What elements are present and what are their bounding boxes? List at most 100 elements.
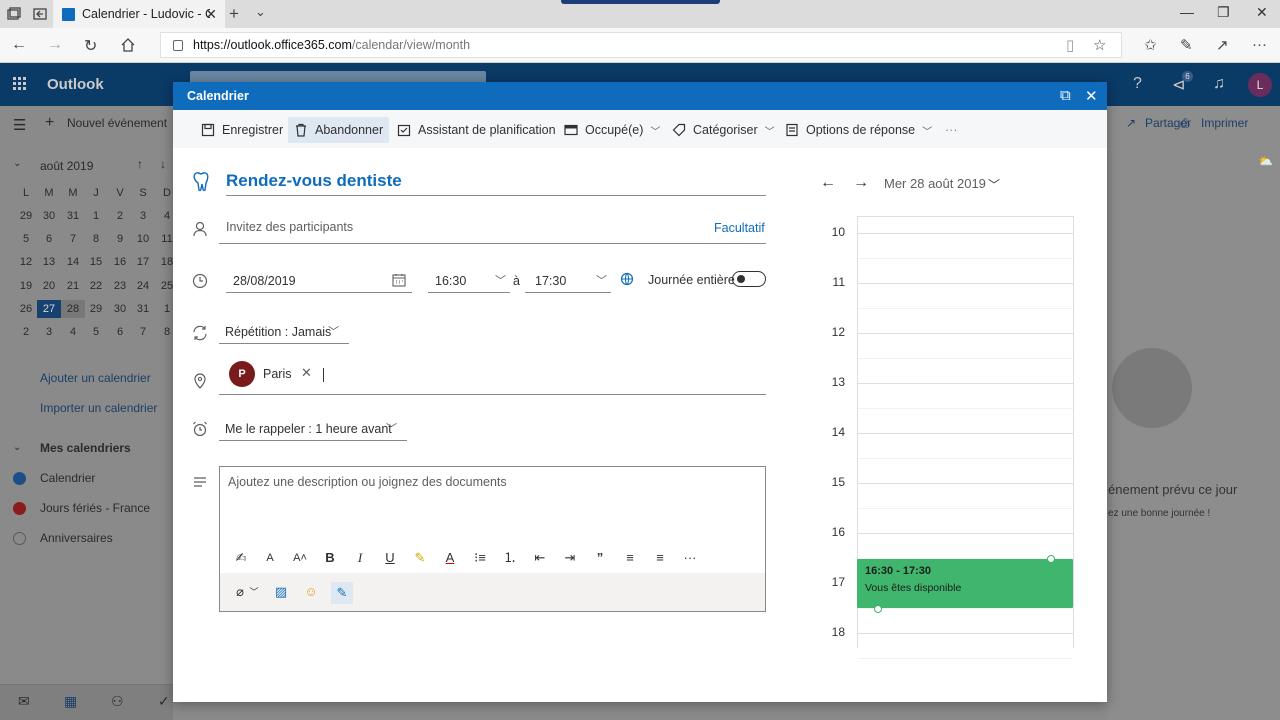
chevron-down-icon[interactable]: ﹀	[246, 584, 262, 600]
favorite-star-icon[interactable]: ☆	[1093, 36, 1106, 54]
tab-actions-icon[interactable]	[7, 7, 21, 21]
calendar-item[interactable]: Anniversaires	[40, 531, 113, 545]
back-icon[interactable]: ←	[11, 36, 27, 54]
minical-day[interactable]: 29	[84, 303, 108, 315]
help-icon[interactable]: ?	[1133, 75, 1142, 93]
minical-day[interactable]: 23	[108, 280, 132, 292]
italic-icon[interactable]: I	[352, 550, 368, 566]
favorites-hub-icon[interactable]: ✩	[1144, 36, 1157, 54]
minical-day[interactable]: 6	[108, 326, 132, 338]
next-day-icon[interactable]: →	[853, 174, 869, 192]
avatar[interactable]: L	[1248, 73, 1272, 97]
minical-day[interactable]: 31	[131, 303, 155, 315]
minical-day[interactable]: 7	[61, 233, 85, 245]
minical-day[interactable]: 20	[37, 280, 61, 292]
mail-icon[interactable]: ✉	[18, 693, 30, 710]
minical-day[interactable]: 31	[61, 210, 85, 222]
highlight-icon[interactable]: ✎	[412, 550, 428, 566]
collapse-chevron-icon[interactable]: ⌄	[13, 158, 21, 169]
optional-attendees-link[interactable]: Facultatif	[714, 221, 765, 235]
minical-day[interactable]: 7	[131, 326, 155, 338]
editor-assist-icon[interactable]: ✎	[331, 582, 353, 604]
all-day-toggle[interactable]	[732, 271, 766, 287]
calendar-checked-icon[interactable]	[13, 472, 26, 485]
event-title-input[interactable]: Rendez-vous dentiste	[226, 168, 766, 196]
import-calendar-link[interactable]: Importer un calendrier	[40, 401, 157, 415]
bullets-icon[interactable]: ⁝≡	[472, 550, 488, 566]
minical-day[interactable]: 6	[37, 233, 61, 245]
quote-icon[interactable]: ”	[592, 550, 608, 566]
event-resize-bottom-handle[interactable]	[874, 605, 882, 613]
calendar-item[interactable]: Calendrier	[40, 471, 95, 485]
minical-day[interactable]: 19	[14, 280, 38, 292]
minical-day[interactable]: 3	[131, 210, 155, 222]
minical-day[interactable]: 22	[84, 280, 108, 292]
numbering-icon[interactable]: ⒈	[502, 550, 518, 566]
hamburger-icon[interactable]: ☰	[13, 116, 26, 134]
close-icon[interactable]: ✕	[1085, 87, 1098, 105]
minical-day[interactable]: 5	[14, 233, 38, 245]
minical-day[interactable]: 15	[84, 256, 108, 268]
close-window-icon[interactable]: ✕	[1256, 4, 1268, 21]
time-zone-globe-icon[interactable]	[620, 272, 634, 286]
close-tab-icon[interactable]: ✕	[205, 6, 217, 23]
minical-day[interactable]: 2	[108, 210, 132, 222]
minical-day[interactable]: 21	[61, 280, 85, 292]
minical-day[interactable]: 8	[84, 233, 108, 245]
scheduling-assistant-button[interactable]: Assistant de planification	[391, 117, 562, 143]
minical-day[interactable]: 26	[14, 303, 38, 315]
minical-day[interactable]: 3	[37, 326, 61, 338]
font-icon[interactable]: A	[262, 550, 278, 566]
minical-day[interactable]: 30	[108, 303, 132, 315]
minical-day[interactable]: 28	[61, 299, 85, 318]
todo-icon[interactable]: ✓	[158, 693, 170, 710]
minical-day[interactable]: 2	[14, 326, 38, 338]
minical-title[interactable]: août 2019	[40, 159, 93, 173]
tab-list-chevron-down-icon[interactable]: ⌄	[255, 4, 266, 20]
minical-day[interactable]: 27	[37, 299, 61, 318]
minical-day[interactable]: 24	[131, 280, 155, 292]
forward-icon[interactable]: →	[47, 36, 63, 54]
refresh-icon[interactable]: ↻	[84, 36, 97, 56]
minical-day[interactable]: 13	[37, 256, 61, 268]
browser-tab[interactable]: Calendrier - Ludovic - C ✕	[53, 0, 225, 28]
font-size-icon[interactable]: A˄	[292, 550, 308, 566]
next-month-icon[interactable]: ↓	[160, 157, 166, 171]
minical-day[interactable]: 12	[14, 256, 38, 268]
description-editor[interactable]: Ajoutez une description ou joignez des d…	[219, 466, 766, 612]
home-icon[interactable]	[121, 38, 135, 52]
busy-status-dropdown[interactable]: Occupé(e) ﹀	[558, 117, 666, 143]
remove-location-icon[interactable]: ✕	[301, 365, 312, 381]
new-event-button[interactable]: Nouvel événement	[67, 116, 167, 130]
save-button[interactable]: Enregistrer	[195, 117, 289, 143]
minical-day[interactable]: 30	[37, 210, 61, 222]
decrease-indent-icon[interactable]: ⇤	[532, 550, 548, 566]
minical-day[interactable]: 17	[131, 256, 155, 268]
people-icon[interactable]: ⚇	[111, 693, 124, 710]
maximize-icon[interactable]: ❐	[1217, 4, 1230, 21]
set-aside-tabs-icon[interactable]	[33, 7, 47, 21]
underline-icon[interactable]: U	[382, 550, 398, 566]
more-options-button[interactable]: ···	[939, 117, 964, 143]
day-view-date[interactable]: Mer 28 août 2019	[884, 176, 986, 191]
align-left-icon[interactable]: ≡	[622, 550, 638, 566]
response-options-dropdown[interactable]: Options de réponse ﹀	[779, 117, 938, 143]
calendar-picker-icon[interactable]	[392, 273, 406, 287]
insert-image-icon[interactable]: ▨	[273, 584, 289, 600]
add-calendar-link[interactable]: Ajouter un calendrier	[40, 371, 151, 385]
minical-day[interactable]: 5	[84, 326, 108, 338]
minical-day[interactable]: 16	[108, 256, 132, 268]
minical-day[interactable]: 4	[61, 326, 85, 338]
discard-button[interactable]: Abandonner	[288, 117, 390, 143]
holidays-checked-icon[interactable]	[13, 502, 26, 515]
calendar-icon[interactable]: ▦	[64, 693, 77, 710]
minical-day[interactable]: 1	[84, 210, 108, 222]
more-icon[interactable]: ···	[1252, 36, 1267, 53]
format-painter-icon[interactable]: ✍	[233, 550, 249, 566]
reading-view-icon[interactable]: ▯	[1066, 36, 1074, 54]
increase-indent-icon[interactable]: ⇥	[562, 550, 578, 566]
prev-month-icon[interactable]: ↑	[137, 157, 143, 171]
categorize-dropdown[interactable]: Catégoriser ﹀	[666, 117, 781, 143]
location-chip-label[interactable]: Paris	[263, 367, 291, 381]
popout-icon[interactable]: ⧉	[1060, 87, 1071, 104]
